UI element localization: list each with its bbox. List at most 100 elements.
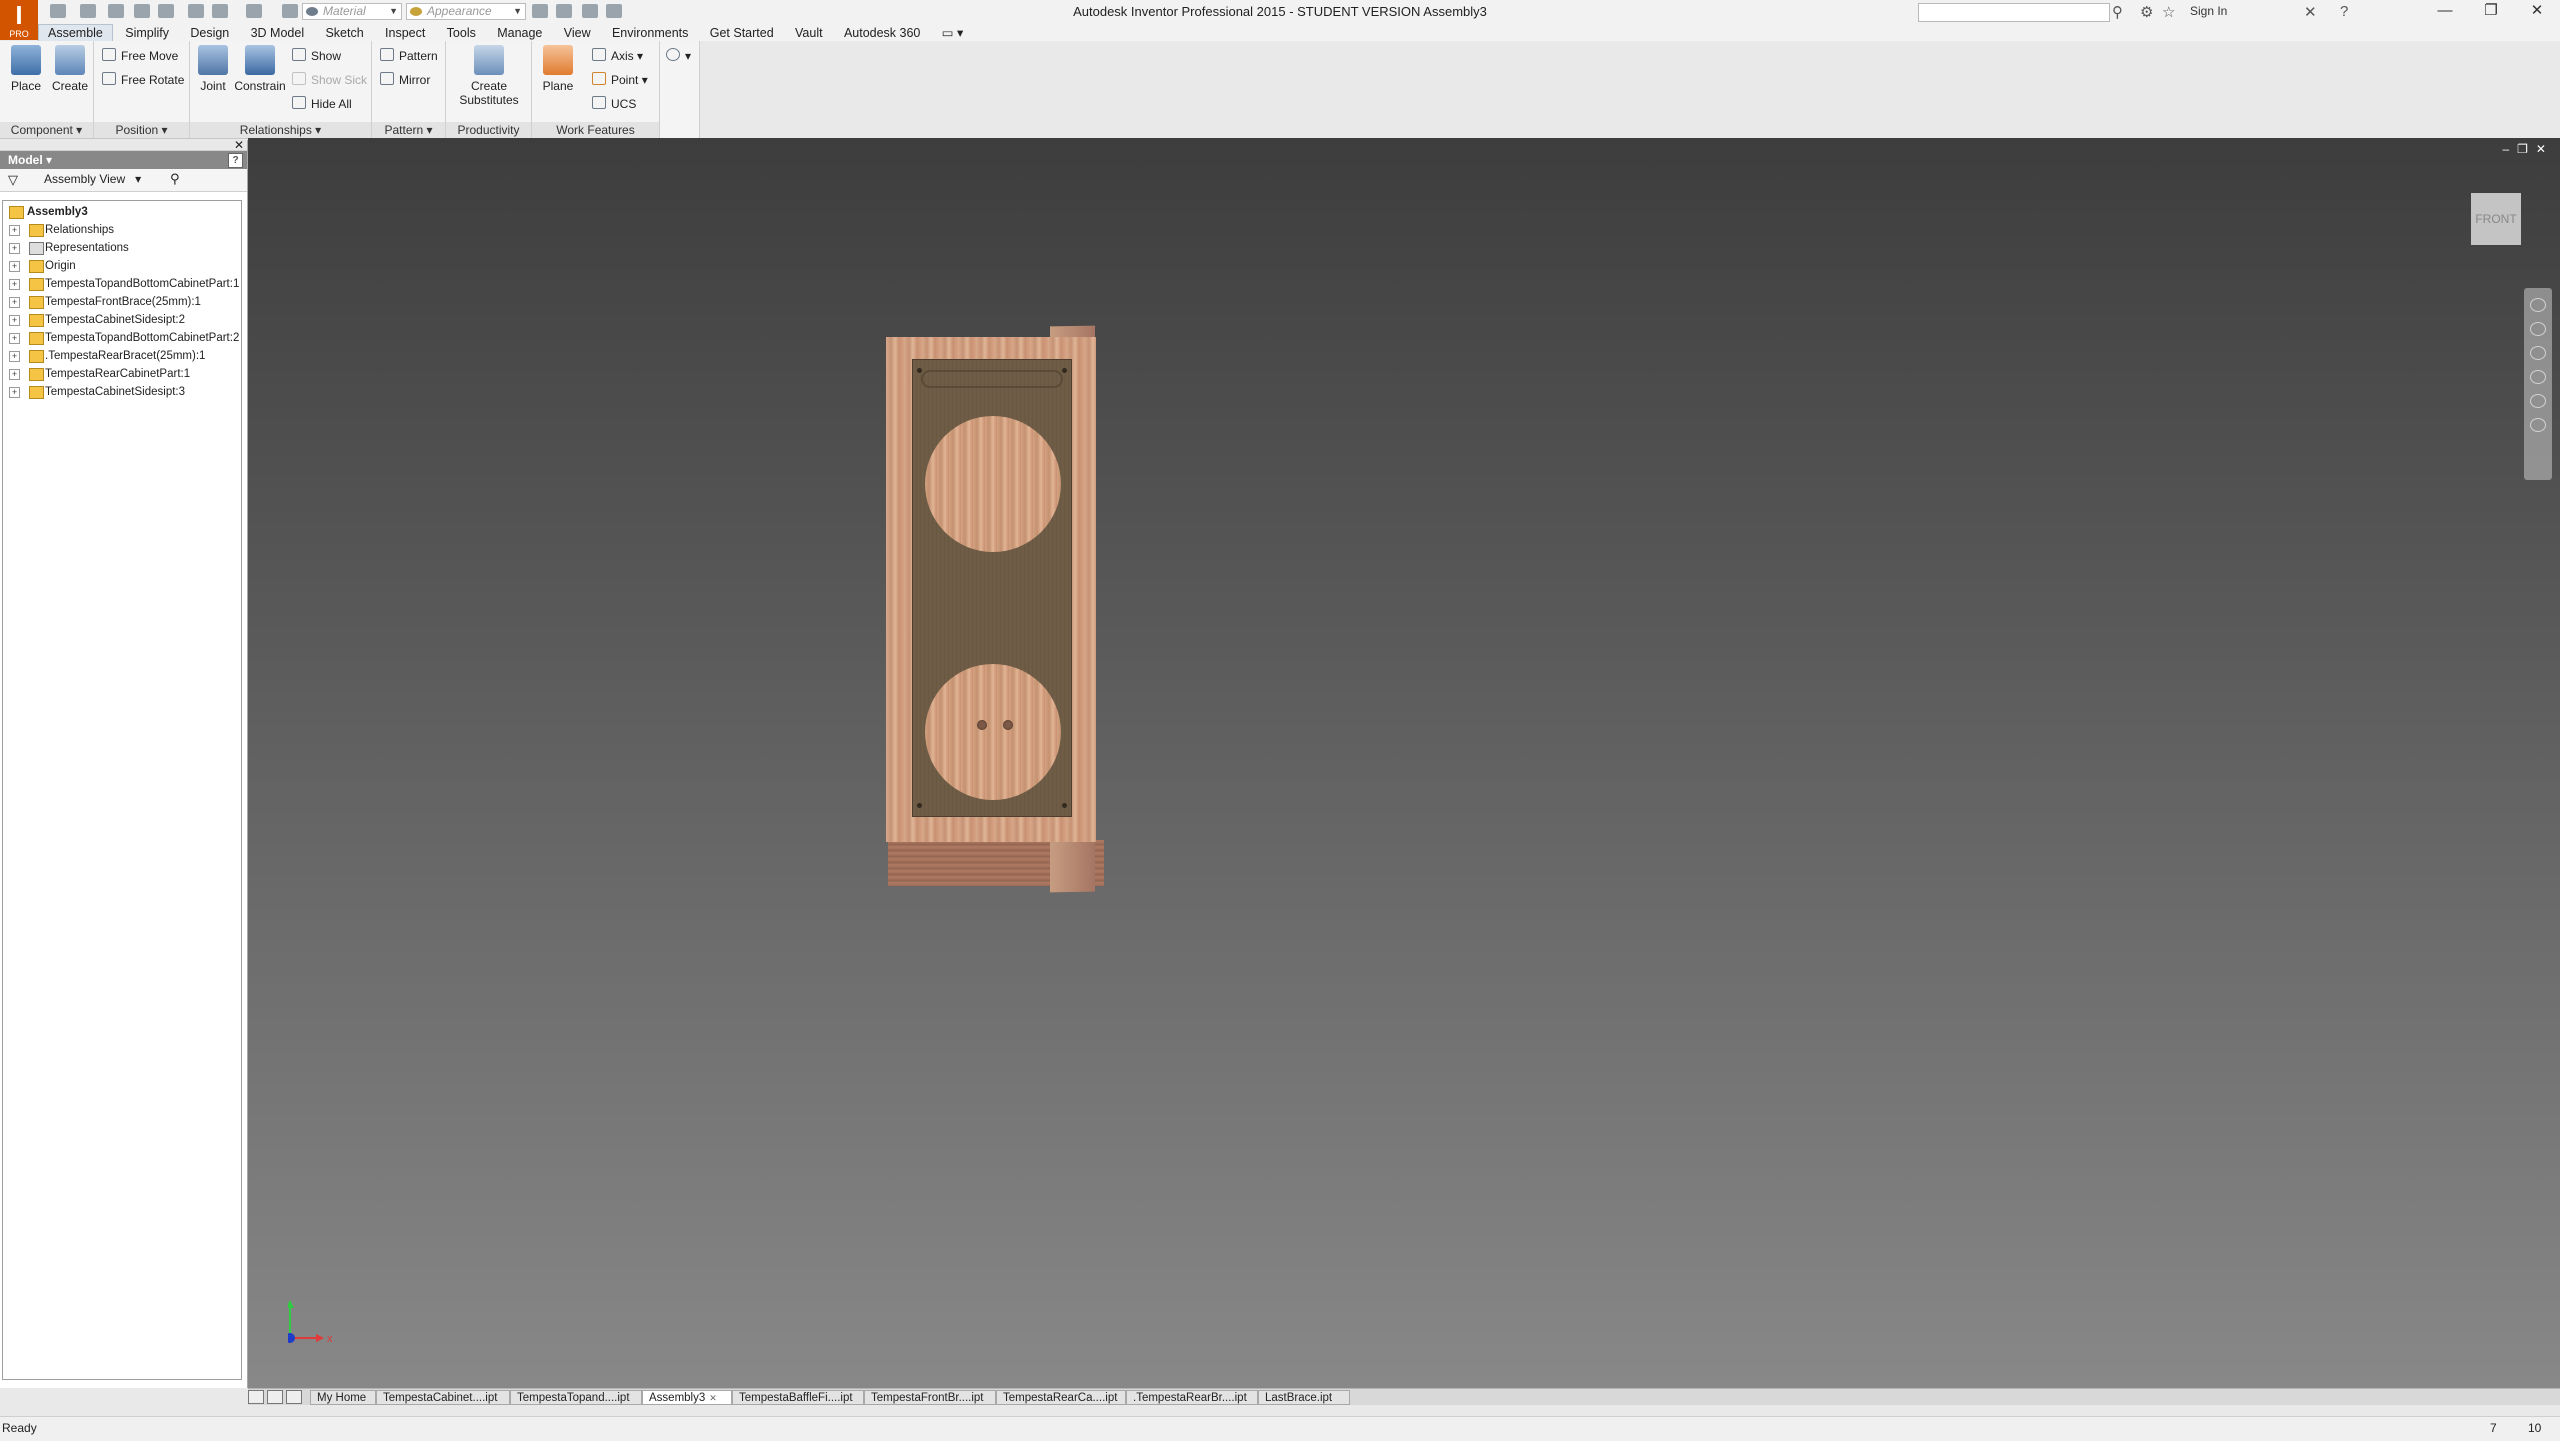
doc-tab[interactable]: TempestaBaffleFi....ipt [732,1390,864,1405]
doc-tab[interactable]: .TempestaRearBr....ipt [1126,1390,1258,1405]
binoculars-icon[interactable]: ⚲ [170,171,180,187]
redo-icon[interactable] [158,4,174,18]
doc-tab[interactable]: TempestaRearCa....ipt [996,1390,1126,1405]
help-icon[interactable]: ? [228,153,243,168]
material-combo[interactable]: Material ▼ [302,3,402,20]
tree-item-part[interactable]: + TempestaCabinetSidesipt:2 [3,311,241,329]
print-icon[interactable] [212,4,228,18]
show-sick-button[interactable]: Show Sick [292,71,367,89]
new-file-icon[interactable] [50,4,66,18]
undo-icon[interactable] [134,4,150,18]
create-substitutes-button[interactable]: Create Substitutes [454,45,524,107]
select-icon[interactable] [246,4,262,18]
appearance-combo[interactable]: Appearance ▼ [406,3,526,20]
doc-tab[interactable]: My Home [310,1390,376,1405]
panel-pattern-label[interactable]: Pattern ▾ [372,122,445,138]
nav-options-icon[interactable] [2530,418,2546,432]
browser-header[interactable]: Model ▾ ? [0,151,247,169]
axis-button[interactable]: Axis ▾ [592,47,643,65]
tab-design[interactable]: Design [181,25,238,42]
constrain-button[interactable]: Constrain [232,45,288,93]
tab-autodesk-360[interactable]: Autodesk 360 [835,25,929,42]
create-component-button[interactable]: Create [50,45,90,93]
home-icon[interactable] [188,4,204,18]
ribbon-extra-dropdown[interactable]: ▾ [666,47,691,65]
expand-icon[interactable]: + [9,243,20,254]
tab-manage[interactable]: Manage [488,25,551,42]
plane-button[interactable]: Plane [536,45,580,93]
tab-vault[interactable]: Vault [786,25,832,42]
browser-grip[interactable]: ✕ [0,138,247,152]
ucs-button[interactable]: UCS [592,95,636,113]
chevron-up-icon[interactable] [286,1390,302,1404]
close-tab-icon[interactable]: ✕ [709,1393,717,1403]
hide-all-button[interactable]: Hide All [292,95,352,113]
expand-icon[interactable]: + [9,315,20,326]
tree-item-part[interactable]: + TempestaFrontBrace(25mm):1 [3,293,241,311]
mirror-button[interactable]: Mirror [380,71,430,89]
cascade-icon[interactable] [267,1390,283,1404]
ribbon-options-icon[interactable]: ▭ ▾ [933,25,973,42]
tree-item-part[interactable]: + TempestaRearCabinetPart:1 [3,365,241,383]
tree-root-assembly[interactable]: Assembly3 [3,203,241,221]
tab-3d-model[interactable]: 3D Model [242,25,314,42]
doc-tab-active[interactable]: Assembly3 ✕ [642,1390,732,1405]
exchange-apps-icon[interactable]: ✕ [2304,3,2317,21]
subscription-icon[interactable]: ⚙ [2140,3,2153,21]
show-button[interactable]: Show [292,47,341,65]
expand-icon[interactable]: + [9,387,20,398]
tree-item-part[interactable]: + .TempestaRearBracet(25mm):1 [3,347,241,365]
tree-item-relationships[interactable]: + Relationships [3,221,241,239]
expand-icon[interactable]: + [9,297,20,308]
tab-view[interactable]: View [555,25,600,42]
assembly-view-dropdown[interactable]: Assembly View ▾ [44,172,141,186]
tree-item-part[interactable]: + TempestaTopandBottomCabinetPart:1 [3,275,241,293]
expand-icon[interactable]: + [9,351,20,362]
graphics-viewport[interactable]: –❐✕ FRONT x [248,138,2560,1388]
tab-assemble[interactable]: Assemble [38,24,113,41]
update-icon[interactable] [282,4,298,18]
zoom-icon[interactable] [2530,346,2546,360]
panel-relationships-label[interactable]: Relationships ▾ [190,122,371,138]
color-override-icon[interactable] [556,4,572,18]
orbit-icon[interactable] [2530,370,2546,384]
doc-tab[interactable]: TempestaFrontBr....ipt [864,1390,996,1405]
help-icon[interactable]: ? [2340,3,2348,20]
tree-item-part[interactable]: + TempestaCabinetSidesipt:3 [3,383,241,401]
steering-wheel-icon[interactable] [2530,298,2546,312]
free-move-button[interactable]: Free Move [102,47,178,65]
look-at-icon[interactable] [2530,394,2546,408]
tree-item-representations[interactable]: + Representations [3,239,241,257]
panel-component-label[interactable]: Component ▾ [0,122,93,138]
tree-item-part[interactable]: + TempestaTopandBottomCabinetPart:2 [3,329,241,347]
binoculars-icon[interactable]: ⚲ [2112,3,2123,21]
viewport-window-controls[interactable]: –❐✕ [2503,142,2555,156]
star-icon[interactable]: ☆ [2162,3,2175,21]
open-file-icon[interactable] [80,4,96,18]
expand-icon[interactable]: + [9,261,20,272]
help-search-input[interactable] [1918,3,2110,22]
tab-tools[interactable]: Tools [438,25,485,42]
expand-icon[interactable]: + [9,369,20,380]
expand-icon[interactable]: + [9,333,20,344]
expand-icon[interactable]: + [9,279,20,290]
panel-position-label[interactable]: Position ▾ [94,122,189,138]
navigation-bar[interactable] [2524,288,2552,480]
save-icon[interactable] [108,4,124,18]
pattern-button[interactable]: Pattern [380,47,438,65]
measure-icon[interactable] [606,4,622,18]
tab-layout-controls[interactable] [248,1390,308,1404]
tile-icon[interactable] [248,1390,264,1404]
parameters-icon[interactable] [582,4,598,18]
point-button[interactable]: Point ▾ [592,71,648,89]
place-button[interactable]: Place [6,45,46,93]
tree-item-origin[interactable]: + Origin [3,257,241,275]
joint-button[interactable]: Joint [194,45,232,93]
filter-icon[interactable]: ▽ [8,172,18,188]
doc-tab[interactable]: LastBrace.ipt [1258,1390,1350,1405]
free-rotate-button[interactable]: Free Rotate [102,71,184,89]
restore-button[interactable]: ❐ [2468,0,2514,24]
doc-tab[interactable]: TempestaCabinet....ipt [376,1390,510,1405]
tab-simplify[interactable]: Simplify [116,25,178,42]
viewcube[interactable]: FRONT [2471,193,2521,245]
